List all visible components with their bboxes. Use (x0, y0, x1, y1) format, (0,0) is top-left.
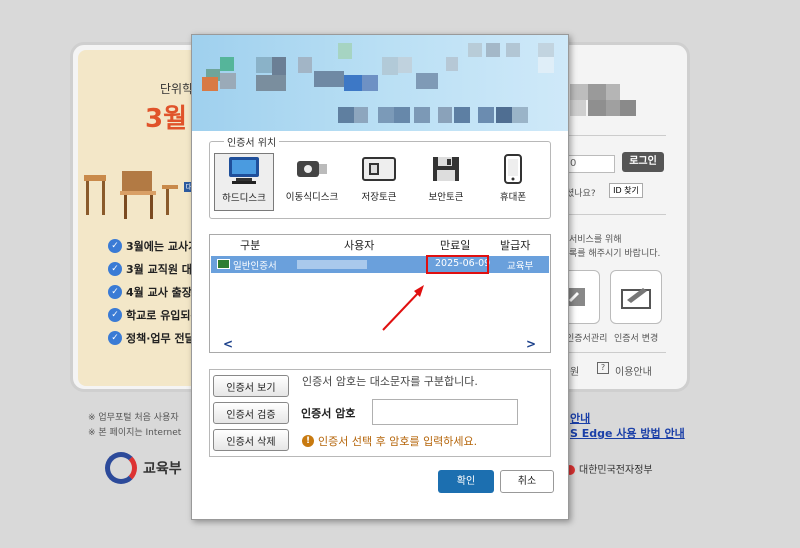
classroom-desk-illustration (84, 171, 178, 219)
certificate-dialog: 인증서 위치 하드디스크 이동식디스크 저장토큰 보안토큰 휴대폰 구분 사용자… (191, 34, 569, 520)
background-banner-line1: 단위학 (160, 82, 194, 96)
location-harddisk[interactable]: 하드디스크 (214, 153, 274, 211)
location-label: 보안토큰 (428, 192, 464, 203)
background-cert-change-tile[interactable] (610, 270, 662, 324)
divider (566, 214, 666, 215)
background-footnote: ※ 본 페이지는 Internet (88, 428, 182, 438)
floppy-icon (428, 153, 464, 185)
column-header-user: 사용자 (344, 239, 375, 252)
check-circle-icon: ✓ (108, 330, 122, 345)
expiry-highlight-box (426, 255, 489, 274)
divider (566, 352, 666, 353)
background-forgot-text: 셨나요? (566, 189, 596, 199)
egov-logo: 대한민국전자정부 (565, 461, 653, 476)
password-warning: ! 인증서 선택 후 암호를 입력하세요. (302, 433, 477, 449)
notice-item[interactable]: ✓ 학교로 유입되는 (108, 303, 202, 326)
location-removable-disk[interactable]: 이동식디스크 (282, 153, 342, 211)
phone-icon (495, 153, 531, 185)
background-login-button[interactable]: 로그인 (622, 152, 664, 172)
dialog-banner-redacted (192, 35, 568, 131)
password-label: 인증서 암호 (301, 407, 356, 420)
certificate-icon (217, 259, 230, 269)
background-footnote: ※ 업무포털 처음 사용자 (88, 413, 179, 423)
warning-icon: ! (302, 435, 314, 447)
notice-item[interactable]: ✓ 4월 교사 출장인 (108, 280, 202, 303)
location-label: 휴대폰 (499, 192, 527, 203)
location-security-token[interactable]: 보안토큰 (416, 153, 476, 211)
row-user-redacted (297, 260, 367, 269)
certificate-row-selected[interactable]: 일반인증서 2025-06-09 교육부 (211, 256, 549, 273)
column-header-expiry: 만료일 (440, 239, 471, 252)
ministry-emblem-icon (105, 452, 137, 484)
certificate-location-legend: 인증서 위치 (224, 134, 280, 149)
delete-certificate-button[interactable]: 인증서 삭제 (213, 429, 289, 451)
cancel-button[interactable]: 취소 (500, 470, 554, 493)
check-circle-icon: ✓ (108, 284, 122, 299)
view-certificate-button[interactable]: 인증서 보기 (213, 375, 289, 397)
red-arrow-annotation (382, 285, 424, 331)
cert-change-icon (621, 288, 651, 309)
background-notice-list: ✓ 3월에는 교사가 ✓ 3월 교직원 대상 ✓ 4월 교사 출장인 ✓ 학교로 유입되… (108, 234, 202, 349)
notice-item[interactable]: ✓ 정책·업무 전달 (108, 326, 202, 349)
background-service-text: 록를 해주시기 바랍니다. (569, 249, 661, 259)
divider (566, 135, 666, 136)
background-help-right[interactable]: 이용안내 (615, 363, 652, 378)
location-mobile-phone[interactable]: 휴대폰 (483, 153, 543, 211)
background-id-find-button[interactable]: ID 찾기 (609, 183, 643, 198)
check-circle-icon: ✓ (108, 238, 122, 253)
location-storage-token[interactable]: 저장토큰 (349, 153, 409, 211)
column-header-issuer: 발급자 (500, 239, 531, 252)
background-tile-label: 인증서 변경 (614, 334, 659, 344)
help-icon: ? (597, 362, 609, 374)
certificate-password-input[interactable] (372, 399, 518, 425)
background-help-left[interactable]: 원 (570, 363, 579, 378)
notice-item[interactable]: ✓ 3월 교직원 대상 (108, 257, 202, 280)
location-label: 저장토큰 (361, 192, 397, 203)
scroll-right-arrow[interactable]: > (526, 337, 536, 351)
monitor-icon (226, 154, 262, 186)
location-label: 이동식디스크 (285, 192, 339, 203)
background-guide-link[interactable]: 안내 (570, 410, 590, 426)
case-sensitivity-notice: 인증서 암호는 대소문자를 구분합니다. (302, 375, 478, 388)
ministry-logo: 교육부 (105, 452, 182, 484)
background-id-input[interactable]: 0 (567, 155, 615, 173)
row-type: 일반인증서 (233, 261, 277, 272)
column-header-type: 구분 (240, 239, 261, 252)
background-banner-line2: 3월 (145, 104, 188, 134)
row-issuer: 교육부 (507, 261, 534, 272)
location-label: 하드디스크 (222, 193, 266, 204)
check-circle-icon: ✓ (108, 307, 122, 322)
token-icon (361, 153, 397, 185)
certificate-table-header: 구분 사용자 만료일 발급자 (210, 235, 550, 253)
usb-icon (294, 153, 330, 185)
background-service-text: 서비스를 위해 (569, 235, 622, 245)
scroll-left-arrow[interactable]: < (223, 337, 233, 351)
notice-item[interactable]: ✓ 3월에는 교사가 (108, 234, 202, 257)
verify-certificate-button[interactable]: 인증서 검증 (213, 402, 289, 424)
background-edge-guide-link[interactable]: S Edge 사용 방법 안내 (570, 425, 685, 441)
background-tile-label: 인증서관리 (566, 334, 608, 344)
check-circle-icon: ✓ (108, 261, 122, 276)
ok-button[interactable]: 확인 (438, 470, 494, 493)
